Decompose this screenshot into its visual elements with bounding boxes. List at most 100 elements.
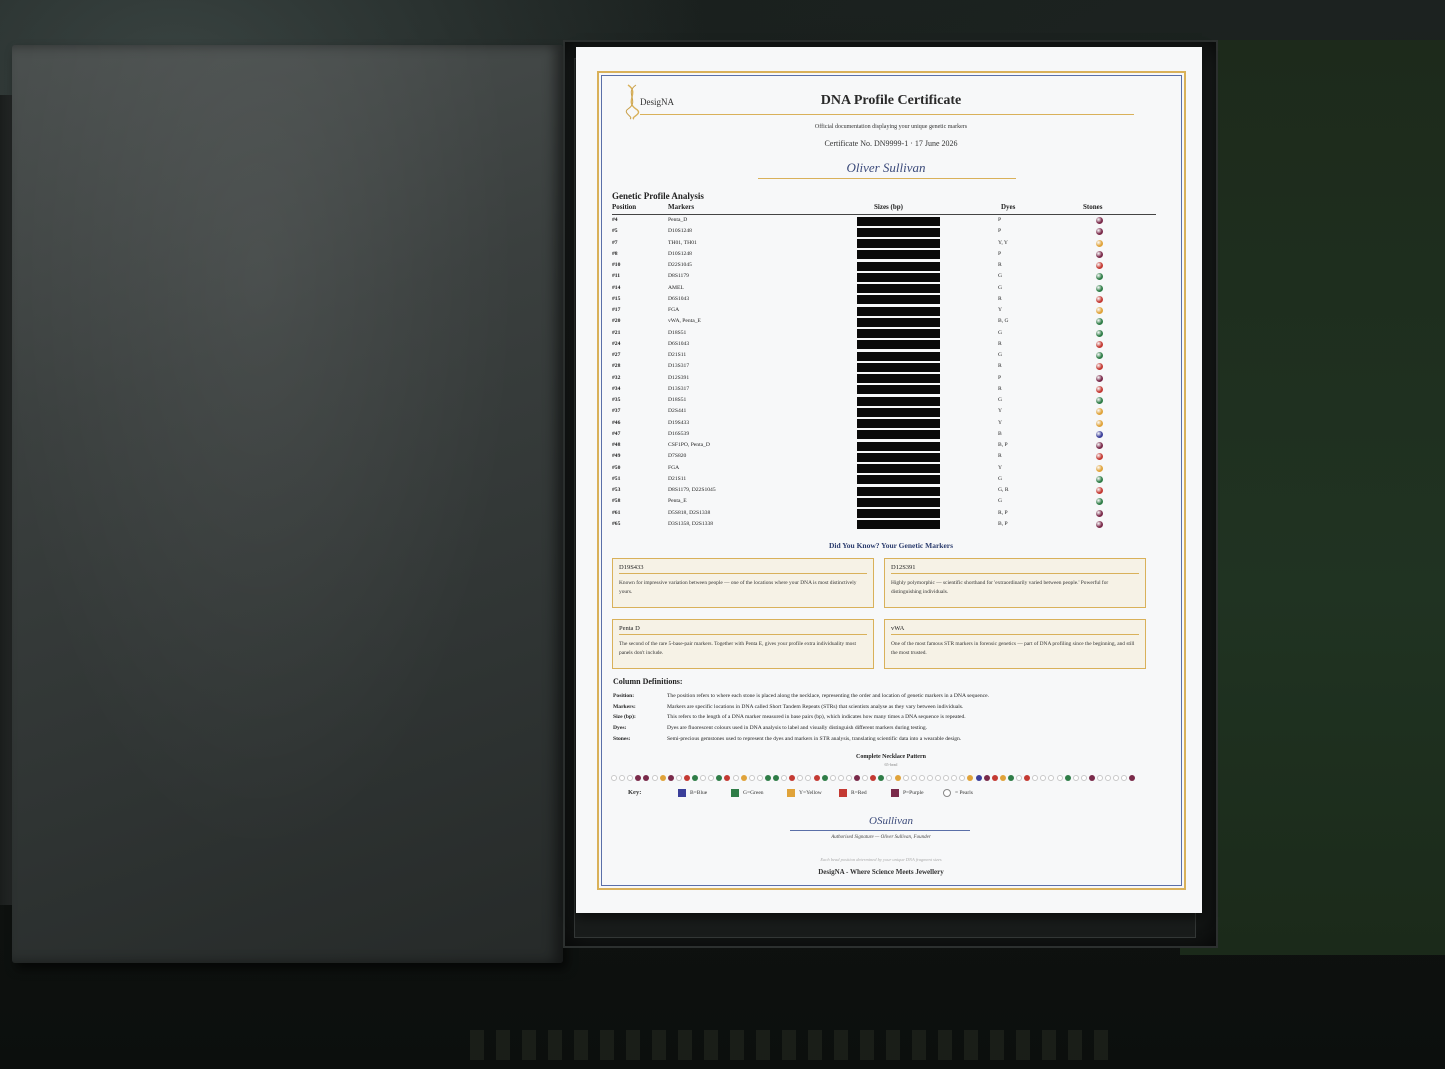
key-label-text: P=Purple — [903, 790, 924, 796]
signature-line — [790, 830, 970, 831]
row-dye: G, R — [998, 487, 1009, 493]
table-row: #20 vWA, Penta_E B, G — [612, 317, 1156, 328]
key-label-text: = Pearls — [955, 790, 973, 796]
necklace-bead — [683, 775, 690, 781]
folder-cover[interactable] — [12, 45, 563, 963]
stone-swatch — [1096, 397, 1103, 404]
key-swatch — [891, 789, 899, 797]
table-row: #11 D8S1179 G — [612, 272, 1156, 283]
necklace-bead — [894, 775, 901, 781]
stone-swatch — [1096, 228, 1103, 236]
necklace-bead — [1121, 775, 1128, 781]
necklace-bead — [902, 775, 909, 781]
row-dye: R — [998, 385, 1002, 392]
redacted-size-bar — [857, 430, 940, 440]
necklace-bead — [999, 775, 1006, 781]
row-position: #10 — [612, 262, 621, 268]
definition-text: Semi-precious gemstones used to represen… — [667, 735, 962, 742]
row-position: #20 — [612, 318, 621, 325]
row-dye: G — [998, 475, 1003, 482]
necklace-bead — [951, 775, 958, 781]
row-position: #58 — [612, 498, 621, 505]
stone-swatch — [1096, 217, 1103, 224]
redacted-size-bar — [857, 374, 940, 383]
redacted-size-bar — [857, 284, 940, 293]
row-marker: D19S433 — [668, 419, 690, 426]
row-marker: vWA, Penta_E — [668, 318, 701, 325]
row-marker: CSF1PO, Penta_D — [668, 442, 710, 448]
stone-swatch — [1096, 408, 1103, 416]
table-row: #14 AMEL G — [612, 284, 1156, 295]
redacted-size-bar — [857, 329, 940, 338]
row-dye: G — [998, 397, 1003, 403]
table-row: #24 D6S1043 R — [612, 340, 1156, 351]
necklace-bead — [829, 775, 836, 781]
row-dye: Y — [998, 307, 1003, 313]
row-dye: G — [998, 329, 1003, 336]
stone-swatch — [1096, 487, 1103, 494]
stone-swatch — [1096, 295, 1103, 303]
key-swatch — [731, 789, 739, 797]
necklace-bead — [975, 775, 982, 781]
necklace-bead — [1080, 775, 1087, 781]
redacted-size-bar — [857, 497, 940, 507]
table-header: Position Markers Sizes (bp) Dyes Stones — [612, 203, 1156, 215]
table-row: #15 D6S1043 R — [612, 295, 1156, 306]
redacted-size-bar — [857, 295, 940, 305]
row-position: #50 — [612, 464, 621, 471]
stone-swatch — [1096, 307, 1103, 314]
table-row: #5 D10S1248 P — [612, 227, 1156, 238]
logo-text: DesigNA — [640, 97, 674, 107]
row-dye: Y, Y — [998, 239, 1008, 246]
card-title: vWA — [891, 625, 1139, 635]
row-position: #46 — [612, 419, 621, 426]
did-you-know-title: Did You Know? Your Genetic Markers — [828, 541, 954, 550]
necklace-bead — [935, 775, 941, 781]
stone-swatch — [1096, 442, 1103, 449]
key-swatch — [943, 789, 951, 797]
table-row: #58 Penta_E G — [612, 497, 1156, 508]
card-body: Known for impressive variation between p… — [619, 580, 857, 595]
stone-swatch — [1096, 464, 1103, 472]
row-marker: D5S818, D2S1338 — [668, 509, 711, 516]
table-row: #34 D13S317 R — [612, 385, 1156, 396]
stone-swatch — [1096, 273, 1103, 281]
stone-swatch — [1096, 419, 1103, 427]
table-row: #4 Penta_D P — [612, 216, 1156, 227]
necklace-bead — [1064, 775, 1071, 781]
row-dye: G — [998, 498, 1003, 505]
necklace-subtitle: 65-bead — [884, 762, 898, 767]
row-position: #49 — [612, 453, 621, 460]
necklace-bead — [716, 775, 723, 781]
necklace-bead — [773, 775, 779, 781]
certificate-title: DNA Profile Certificate — [820, 93, 962, 108]
key-swatch — [839, 789, 847, 797]
row-dye: R — [998, 295, 1002, 302]
necklace-bead — [635, 775, 642, 781]
row-dye: P — [998, 228, 1002, 235]
row-position: #14 — [612, 284, 621, 291]
redacted-size-bar — [857, 272, 940, 282]
necklace-bead — [959, 775, 966, 781]
necklace-bead — [675, 775, 682, 781]
table-row: #21 D18S51 G — [612, 329, 1156, 340]
redacted-size-bar — [857, 464, 940, 473]
definition-term: Dyes: — [613, 725, 627, 732]
row-dye: B, G — [998, 318, 1009, 325]
stone-swatch — [1096, 385, 1103, 393]
row-position: #27 — [612, 352, 621, 358]
row-position: #24 — [612, 340, 621, 347]
necklace-bead — [862, 775, 869, 781]
necklace-bead — [1113, 775, 1120, 781]
definition-term: Stones: — [613, 735, 631, 742]
necklace-bead — [1032, 775, 1039, 781]
key-label-text: Y=Yellow — [799, 790, 822, 796]
card-title: D19S433 — [619, 564, 867, 574]
name-underline — [758, 178, 1016, 179]
row-marker: Penta_E — [668, 498, 687, 505]
necklace-bead — [764, 775, 771, 781]
key-swatch — [678, 789, 686, 797]
necklace-bead — [845, 775, 852, 781]
redacted-size-bar — [857, 261, 940, 271]
row-marker: D3S1358, D2S1338 — [668, 520, 714, 527]
